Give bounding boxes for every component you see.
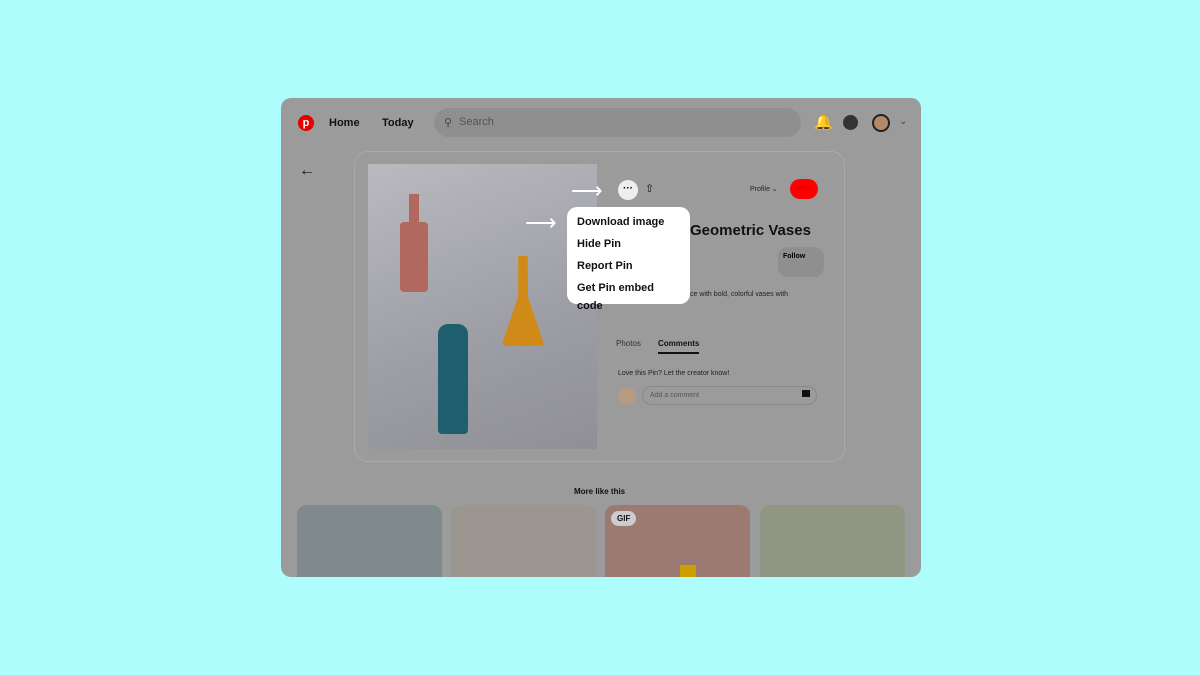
pin-title: Geometric Vases	[690, 222, 811, 239]
profile-label: Profile	[750, 186, 770, 193]
gif-badge: GIF	[611, 511, 637, 526]
pin-description: ce with bold, colorful vases with	[690, 291, 789, 298]
arrow-pointer-icon: ⟶	[571, 178, 603, 203]
menu-item-download-image[interactable]: Download image	[577, 213, 680, 235]
chevron-down-icon[interactable]: ⌄	[899, 116, 907, 127]
user-avatar	[618, 387, 636, 405]
search-input[interactable]: ⚲ Search	[434, 108, 801, 137]
avatar[interactable]	[872, 114, 890, 132]
more-options-button[interactable]: ···	[618, 180, 638, 200]
follow-button[interactable]: Follow	[778, 247, 824, 277]
nav-home[interactable]: Home	[329, 117, 360, 129]
image-icon[interactable]	[802, 390, 810, 397]
menu-item-report-pin[interactable]: Report Pin	[577, 257, 680, 279]
related-pin[interactable]: GIF	[605, 505, 750, 577]
messages-icon[interactable]	[843, 115, 858, 130]
related-pin[interactable]	[451, 505, 596, 577]
save-button[interactable]: Save	[790, 179, 818, 199]
bell-icon[interactable]: 🔔	[814, 113, 833, 131]
arrow-pointer-icon: ⟶	[525, 210, 557, 235]
comment-placeholder: Add a comment	[650, 392, 700, 399]
related-pin[interactable]	[297, 505, 442, 577]
pin-image	[368, 164, 597, 449]
more-like-this-heading: More like this	[574, 487, 626, 496]
more-options-menu: Download image Hide Pin Report Pin Get P…	[567, 207, 690, 312]
search-placeholder: Search	[459, 116, 494, 128]
menu-item-embed-code[interactable]: Get Pin embed code	[577, 279, 680, 312]
thumb-detail	[680, 565, 696, 577]
pinterest-logo[interactable]: p	[298, 115, 314, 131]
share-icon[interactable]: ⇧	[645, 182, 654, 195]
tab-photos[interactable]: Photos	[616, 339, 641, 348]
comments-prompt: Love this Pin? Let the creator know!	[618, 370, 730, 377]
tab-comments[interactable]: Comments	[658, 339, 700, 354]
comment-input[interactable]: Add a comment	[642, 386, 817, 405]
nav-today[interactable]: Today	[382, 117, 414, 129]
back-arrow-icon[interactable]: ←	[299, 162, 315, 180]
search-icon: ⚲	[444, 117, 453, 129]
related-pin[interactable]	[760, 505, 905, 577]
pinterest-window: p Home Today ⚲ Search 🔔 ⌄ ← ⟶ ⟶ ··· ⇧ Pro…	[281, 98, 921, 577]
menu-item-hide-pin[interactable]: Hide Pin	[577, 235, 680, 257]
profile-dropdown[interactable]: Profile ⌄	[750, 185, 778, 193]
